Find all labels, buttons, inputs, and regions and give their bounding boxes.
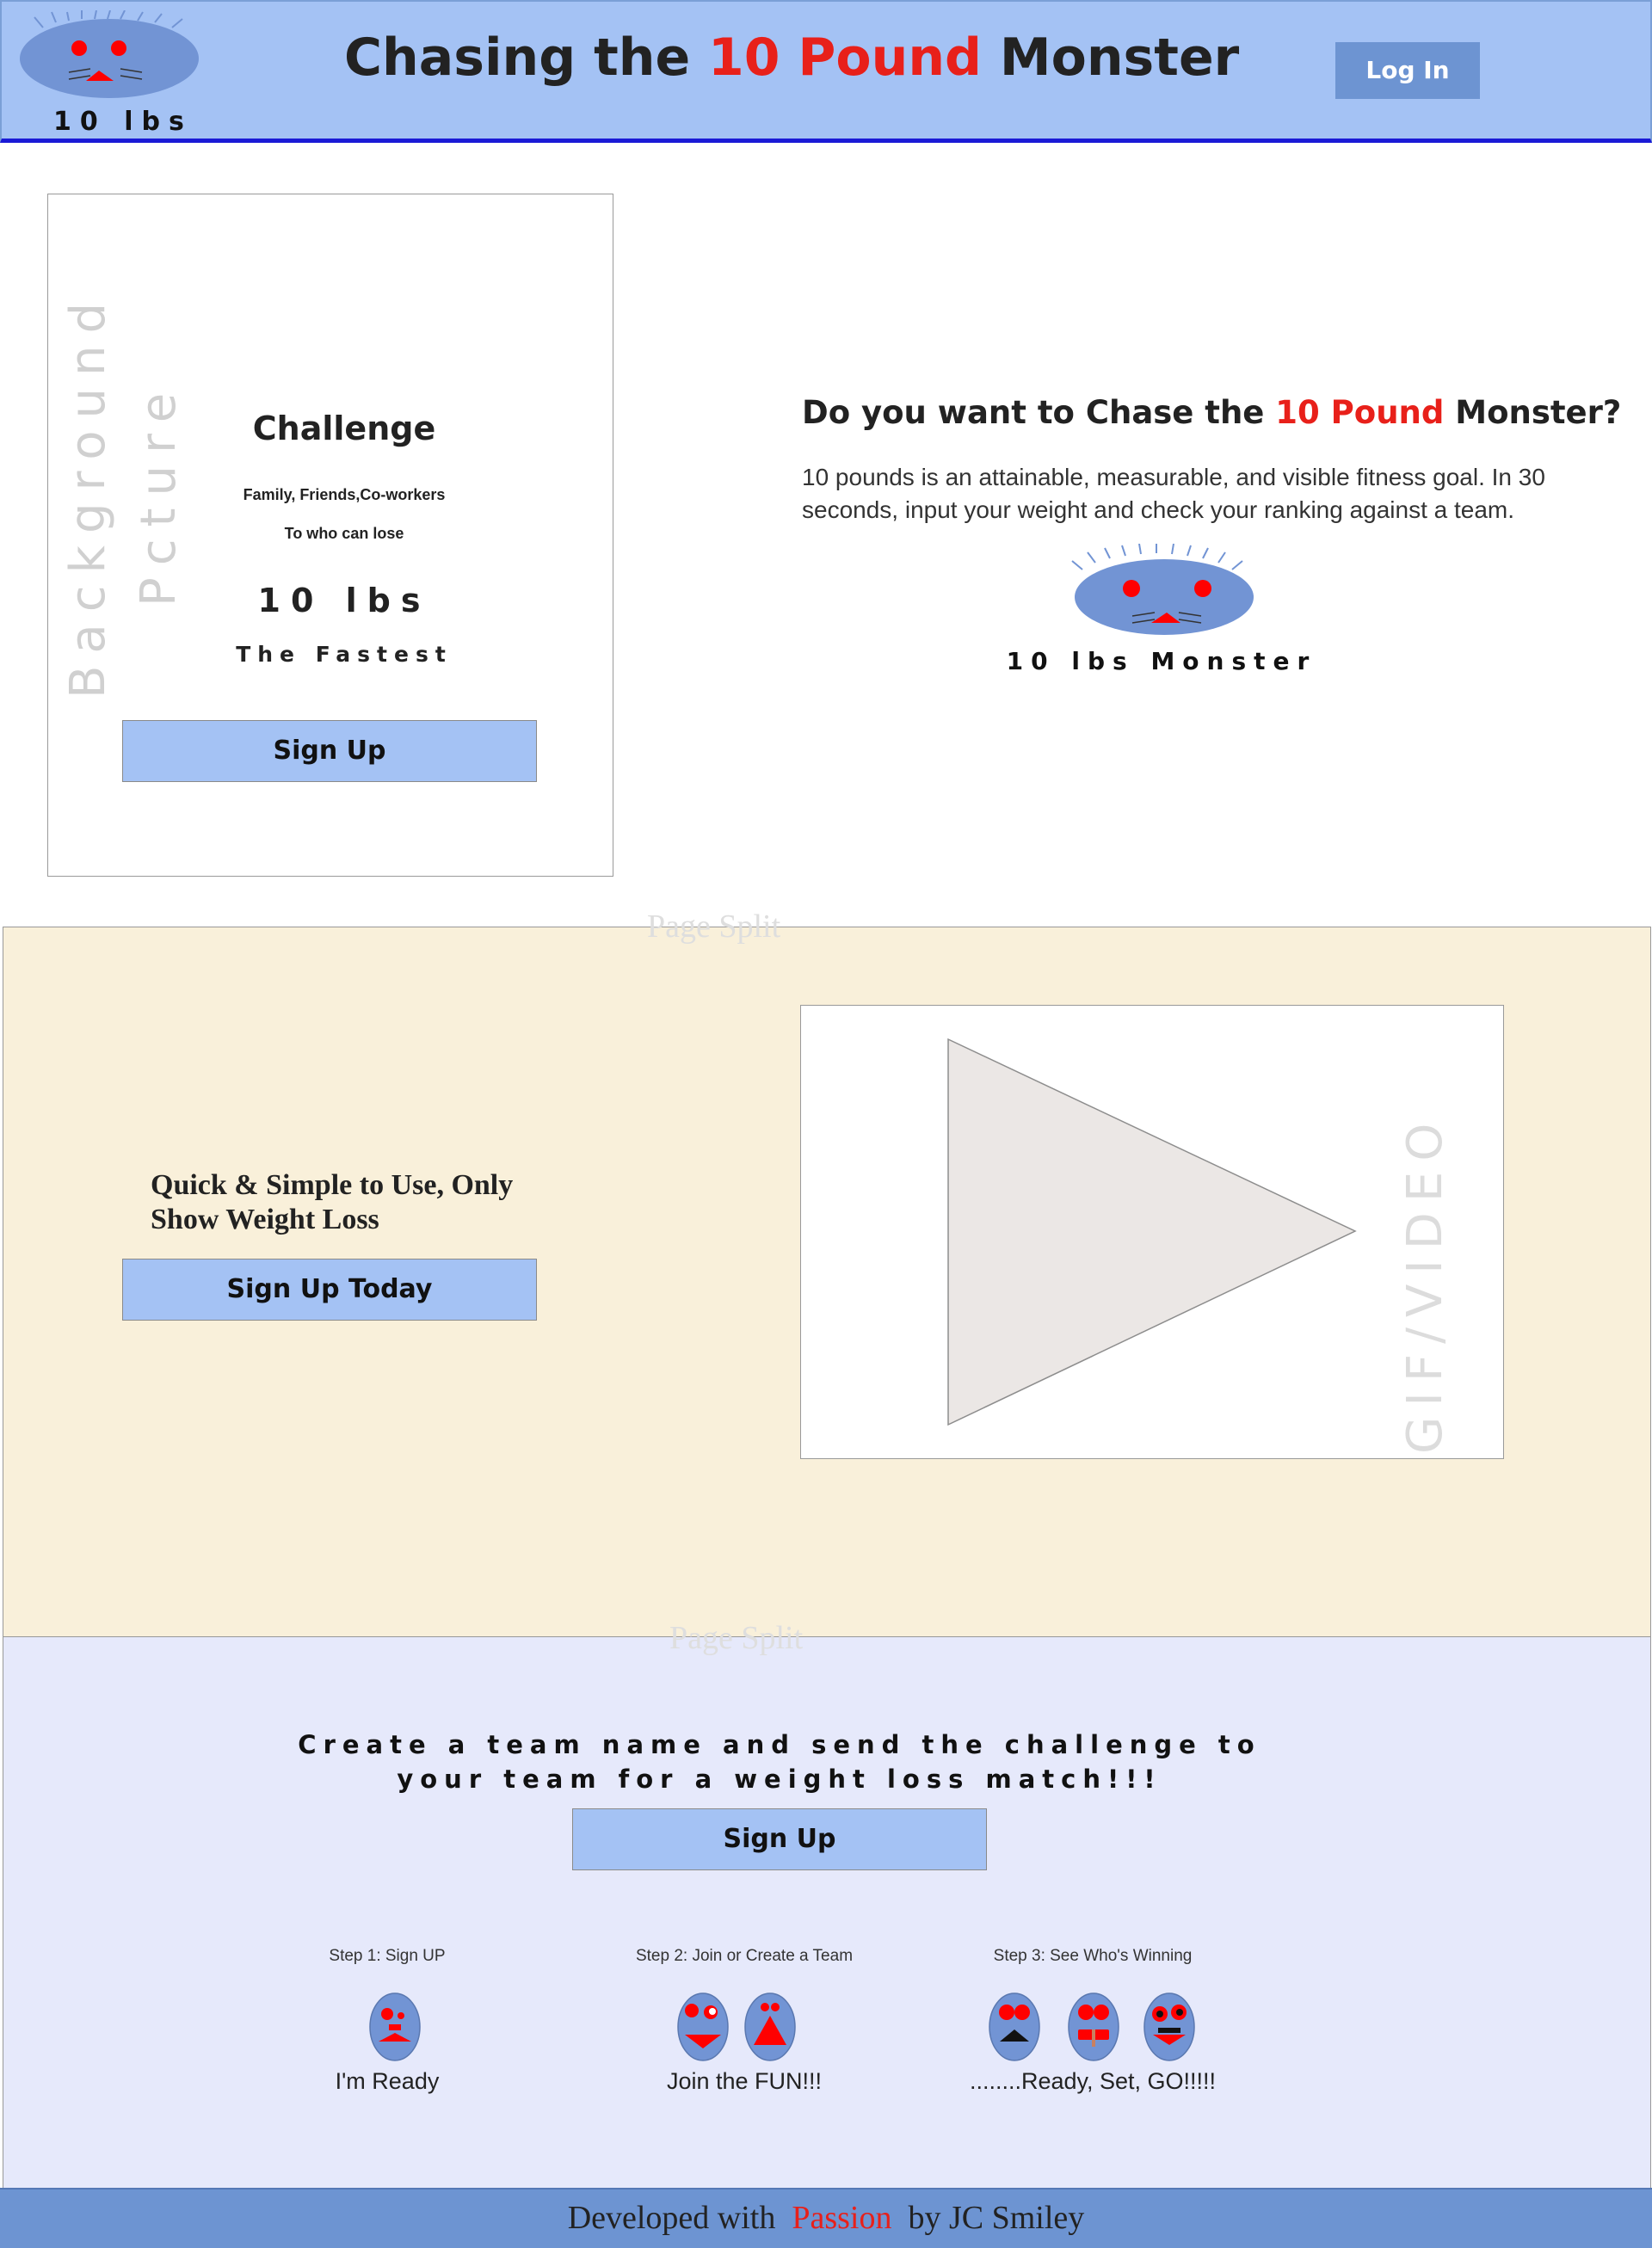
step-3-title: Step 3: See Who's Winning [993,1947,1193,1965]
step-2-title: Step 2: Join or Create a Team [635,1947,854,1965]
signup-today-button[interactable]: Sign Up Today [122,1259,537,1321]
monster-face-icon [369,1992,421,2061]
title-accent: 10 Pound [708,28,983,88]
step-3-caption: ........Ready, Set, GO!!!!! [969,2068,1217,2094]
picture-placeholder-text: Pcture [131,380,187,607]
login-button[interactable]: Log In [1335,42,1480,99]
footer-part2: by JC Smiley [891,2200,1085,2236]
footer-credit: Developed with Passion by JC Smiley [0,2199,1652,2237]
step-1-caption: I'm Ready [335,2068,440,2094]
monster-face-icon [1143,1992,1195,2061]
video-placeholder-text: GIF/VIDEO [1397,1112,1453,1454]
title-part2: Monster [982,28,1240,88]
monster-face-icon [1071,544,1254,635]
card-title: Challenge [252,410,436,447]
footer-accent: Passion [792,2200,892,2236]
team-signup-button[interactable]: Sign Up [572,1808,987,1870]
step-1-title: Step 1: Sign UP [329,1947,446,1965]
card-line-2: To who can lose [284,525,404,542]
question-part2: Monster? [1444,394,1622,431]
background-placeholder-text: Background [60,290,116,699]
page-split-label: Page Split [647,908,781,945]
footer-part1: Developed with [567,2200,792,2236]
monster-face-icon [677,1992,729,2061]
title-part1: Chasing the [344,28,709,88]
monster-face-icon [1068,1992,1119,2061]
section2-heading: Quick & Simple to Use, Only Show Weight … [151,1169,514,1235]
monster-face-icon [989,1992,1040,2061]
card-goal: 10 lbs [257,582,431,619]
hero-question: Do you want to Chase the 10 Pound Monste… [802,394,1621,431]
step-2-caption: Join the FUN!!! [666,2068,823,2094]
page-split-label: Page Split [669,1620,804,1656]
section3-heading: Create a team name and send the challeng… [298,1730,1261,1794]
section-create-team [3,1637,1651,2188]
question-part1: Do you want to Chase the [802,394,1276,431]
page-title: Chasing the 10 Pound Monster [344,28,1239,88]
hero-signup-button[interactable]: Sign Up [122,720,537,782]
monster-logo-icon[interactable] [17,10,201,100]
hero-description: 10 pounds is an attainable, measurable, … [802,464,1545,523]
question-accent: 10 Pound [1275,394,1445,431]
monster-face-icon [744,1992,796,2061]
card-fastest: The Fastest [236,642,453,667]
logo-text: 10 lbs [53,107,193,137]
card-line-1: Family, Friends,Co-workers [243,486,446,503]
monster-label: 10 lbs Monster [1006,647,1317,675]
